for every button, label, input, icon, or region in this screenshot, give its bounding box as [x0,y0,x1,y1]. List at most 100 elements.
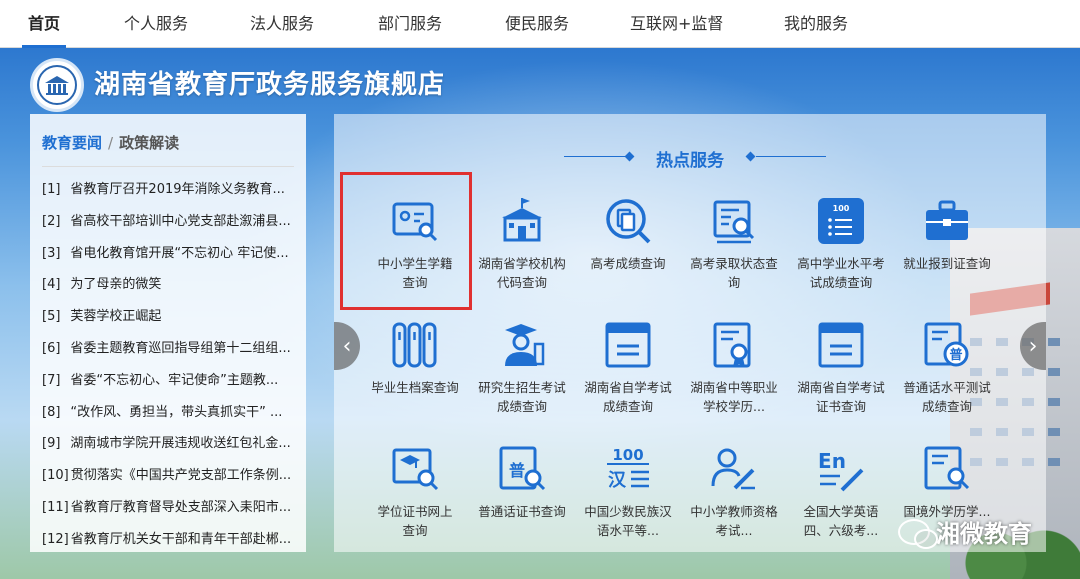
nav-item-supervision[interactable]: 互联网+监督 [630,0,723,48]
news-item[interactable]: [3] 省电化教育馆开展“不忘初心 牢记使... [42,238,304,270]
news-item[interactable]: [4] 为了母亲的微笑 [42,269,304,301]
news-index: [11] [42,499,69,515]
service-postgraduate-score[interactable]: 研究生招生考试成绩查询 [469,320,575,438]
news-index: [4] [42,277,61,293]
building-window [1048,368,1060,376]
news-item[interactable]: [12] 省教育厅机关女干部和青年干部赴郴... [42,524,304,556]
news-title: 省电化教育馆开展“不忘初心 牢记使... [70,245,289,261]
news-item[interactable]: [9] 湖南城市学院开展违规收送红包礼金... [42,428,304,460]
news-title: 湖南城市学院开展违规收送红包礼金... [70,436,291,452]
document-search-icon [606,199,651,244]
putonghua-badge-icon: 普 [924,322,969,367]
chevron-right-icon: › [1028,333,1038,359]
service-label: 中国少数民族汉语水平等... [584,504,672,538]
news-index: [12] [42,531,69,547]
service-putonghua-score[interactable]: 普 普通话水平测试成绩查询 [894,320,1000,438]
chevron-left-icon: ‹ [342,333,352,359]
tab-education-news[interactable]: 教育要闻 [42,134,102,152]
service-cet-score[interactable]: En 全国大学英语四、六级考... [788,444,894,562]
news-item[interactable]: [8] “改作风、勇担当，带头真抓实干” ... [42,397,304,429]
news-item[interactable]: [1] 省教育厅召开2019年消除义务教育... [42,174,304,206]
service-label: 毕业生档案查询 [371,380,459,395]
news-tabs: 教育要闻 / 政策解读 [42,132,179,153]
service-label: 普通话水平测试成绩查询 [903,380,991,414]
service-gaokao-score[interactable]: 高考成绩查询 [575,196,681,314]
service-label: 湖南省学校机构代码查询 [478,256,566,290]
news-index: [3] [42,245,61,261]
logo-emblem-icon [45,76,69,95]
department-logo[interactable] [30,58,84,112]
news-index: [6] [42,340,61,356]
highlight-box [340,172,472,310]
service-minority-chinese[interactable]: 100 汉 中国少数民族汉语水平等... [575,444,681,562]
nav-item-personal[interactable]: 个人服务 [124,0,188,48]
briefcase-icon [926,200,968,240]
building-window [1048,428,1060,436]
hot-services-title: 热点服务 [656,151,724,171]
service-label: 高中学业水平考试成绩查询 [797,256,885,290]
foreign-degree-icon [924,446,970,490]
han-100-icon: 100 汉 [607,446,649,491]
nav-item-convenience[interactable]: 便民服务 [505,0,569,48]
service-graduate-archive[interactable]: 毕业生档案查询 [362,320,468,438]
news-item[interactable]: [10] 贯彻落实《中国共产党支部工作条例... [42,460,304,492]
service-school-code[interactable]: 湖南省学校机构代码查询 [469,196,575,314]
service-label: 湖南省自学考试成绩查询 [584,380,672,414]
wechat-icon [898,518,938,549]
svg-text:普: 普 [509,461,525,480]
service-putonghua-certificate[interactable]: 普 普通话证书查询 [469,444,575,562]
news-index: [5] [42,309,61,325]
news-title: 省教育厅机关女干部和青年干部赴郴... [70,531,292,547]
nav-item-home[interactable]: 首页 [21,0,67,48]
news-title: 省教育厅召开2019年消除义务教育... [70,182,285,197]
nav-item-department[interactable]: 部门服务 [378,0,442,48]
service-employment-report[interactable]: 就业报到证查询 [894,196,1000,314]
news-title: 为了母亲的微笑 [70,277,162,293]
watermark-text: 湘微教育 [936,520,1032,548]
news-index: [2] [42,213,61,229]
news-title: 省委“不忘初心、牢记使命”主题教... [70,372,279,388]
service-degree-certificate[interactable]: 学位证书网上查询 [362,444,468,562]
service-label: 学位证书网上查询 [377,504,453,538]
site-title[interactable]: 湖南省教育厅政务服务旗舰店 [94,64,445,101]
top-nav: 首页 个人服务 法人服务 部门服务 便民服务 互联网+监督 我的服务 [0,0,1080,48]
news-index: [8] [42,404,61,420]
news-title: 省委主题教育巡回指导组第十二组组... [70,340,291,356]
svg-text:普: 普 [949,347,962,363]
news-item[interactable]: [6] 省委主题教育巡回指导组第十二组组... [42,333,304,365]
news-item[interactable]: [2] 省高校干部培训中心党支部赴溆浦县... [42,206,304,238]
news-index: [10] [42,468,69,484]
nav-item-legal[interactable]: 法人服务 [250,0,314,48]
watermark: 湘微教育 [898,514,1032,549]
tab-policy-interpretation[interactable]: 政策解读 [119,134,179,152]
certificate-ribbon-icon [713,322,751,368]
service-admission-status[interactable]: 高考录取状态查询 [681,196,787,314]
news-title: 省高校干部培训中心党支部赴溆浦县... [70,213,291,229]
service-label: 湖南省自学考试证书查询 [797,380,885,414]
degree-cert-search-icon [392,448,439,491]
score-list-icon: 100 [818,198,864,244]
service-label: 就业报到证查询 [903,256,991,271]
putonghua-cert-search-icon: 普 [499,446,546,491]
news-panel: 教育要闻 / 政策解读 [1] 省教育厅召开2019年消除义务教育... [2] 省高校… [30,114,306,552]
news-divider [42,166,294,167]
english-en-icon: En [818,449,864,492]
svg-text:En: En [818,449,846,473]
title-decoration-line [756,156,826,157]
news-title: “改作风、勇担当，带头真抓实干” ... [70,404,283,420]
school-building-icon [502,198,542,242]
service-vocational-diploma[interactable]: 湖南省中等职业学校学历... [681,320,787,438]
nav-item-my-services[interactable]: 我的服务 [784,0,848,48]
news-item[interactable]: [5] 芙蓉学校正崛起 [42,301,304,333]
news-title: 芙蓉学校正崛起 [70,309,162,325]
service-academic-level[interactable]: 100 高中学业水平考试成绩查询 [788,196,894,314]
news-item[interactable]: [7] 省委“不忘初心、牢记使命”主题教... [42,365,304,397]
svg-text:100: 100 [833,204,850,213]
news-title: 贯彻落实《中国共产党支部工作条例... [70,468,292,484]
service-teacher-qualification[interactable]: 中小学教师资格考试... [681,444,787,562]
logo-ring [37,65,77,105]
service-self-study-score[interactable]: 湖南省自学考试成绩查询 [575,320,681,438]
service-self-study-certificate[interactable]: 湖南省自学考试证书查询 [788,320,894,438]
news-item[interactable]: [11] 省教育厅教育督导处支部深入耒阳市... [42,492,304,524]
service-label: 中小学教师资格考试... [690,504,778,538]
